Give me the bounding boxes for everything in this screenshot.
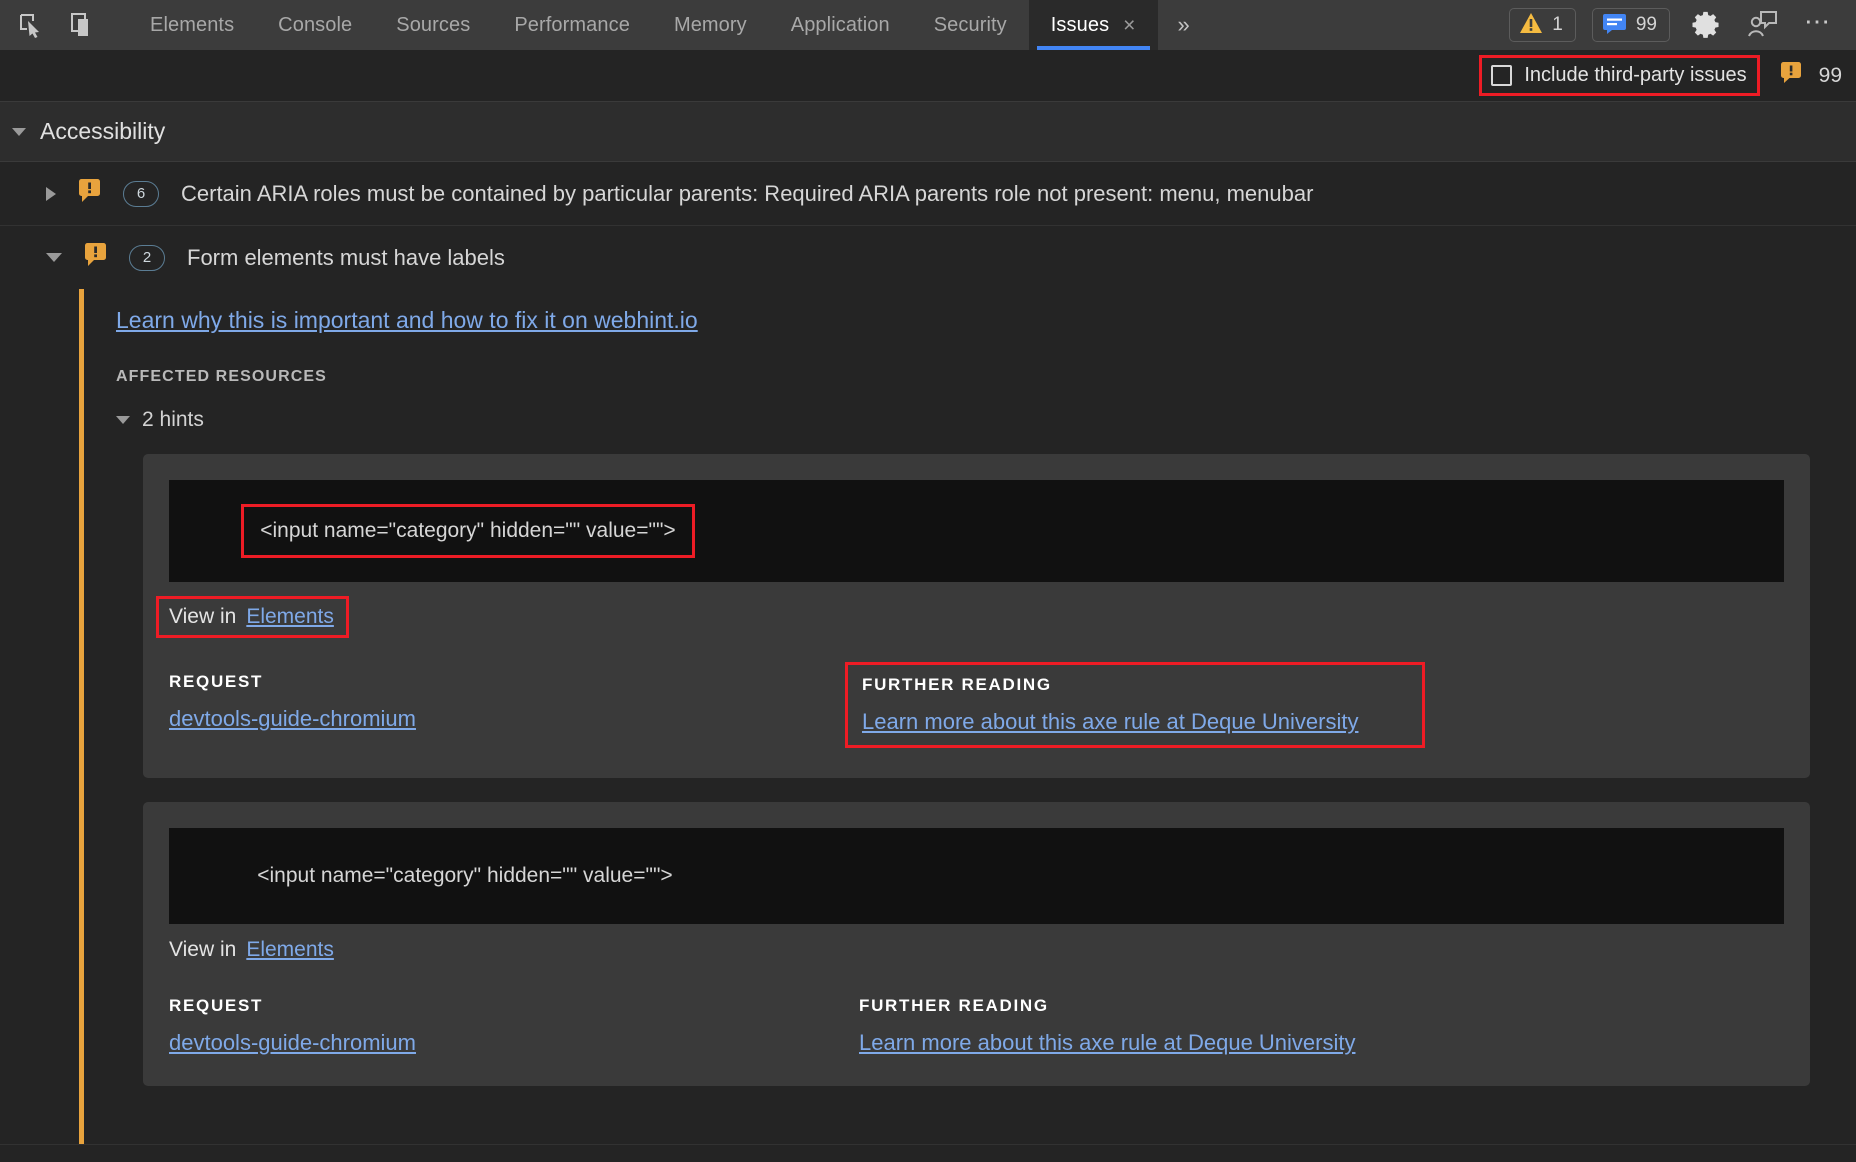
element-code-snippet[interactable]: <input name="category" hidden="" value="… — [169, 480, 1784, 582]
tab-label: Security — [933, 13, 1007, 36]
affected-resources-heading: AFFECTED RESOURCES — [116, 368, 327, 385]
issue-bubble-icon — [1602, 12, 1627, 39]
request-link[interactable]: devtools-guide-chromium — [169, 1030, 416, 1056]
tab-label: Console — [278, 13, 353, 36]
hint-meta: REQUEST devtools-guide-chromium FURTHER … — [169, 996, 1784, 1056]
request-heading: REQUEST — [169, 996, 264, 1015]
issue-row[interactable]: 1 Frames must have title attribute — [0, 1144, 1856, 1162]
element-code-text: <input name="category" hidden="" value="… — [257, 864, 673, 887]
total-hints-indicator: 99 — [1780, 61, 1842, 90]
device-toolbar-icon[interactable] — [64, 6, 102, 44]
further-reading-link[interactable]: Learn more about this axe rule at Deque … — [862, 709, 1358, 735]
view-in-elements-link[interactable]: Elements — [246, 605, 334, 629]
issue-count: 99 — [1635, 14, 1657, 35]
view-in-elements-row[interactable]: View in Elements — [156, 596, 349, 638]
tab-sources[interactable]: Sources — [374, 0, 492, 50]
tab-performance[interactable]: Performance — [492, 0, 652, 50]
warning-triangle-icon — [1519, 12, 1543, 39]
further-reading-link[interactable]: Learn more about this axe rule at Deque … — [859, 1030, 1355, 1056]
issue-bubble-icon — [1780, 61, 1805, 90]
tab-issues[interactable]: Issues × — [1028, 0, 1158, 50]
tab-memory[interactable]: Memory — [652, 0, 769, 50]
learn-why-link[interactable]: Learn why this is important and how to f… — [116, 307, 698, 334]
tab-label: Application — [790, 13, 890, 36]
tab-elements[interactable]: Elements — [128, 0, 256, 50]
issue-details: Learn why this is important and how to f… — [79, 289, 1856, 1144]
issue-count-badge: 6 — [123, 180, 159, 207]
tab-label: Issues — [1050, 13, 1110, 36]
view-in-label: View in — [169, 605, 237, 628]
hint-meta: REQUEST devtools-guide-chromium FURTHER … — [169, 662, 1784, 748]
request-heading: REQUEST — [169, 672, 264, 691]
issues-filter-bar: Include third-party issues 99 — [0, 50, 1856, 102]
more-options-icon[interactable]: ⋯ — [1798, 6, 1838, 44]
hint-bubble-icon — [84, 242, 110, 273]
category-title: Accessibility — [40, 118, 166, 144]
chevron-down-icon — [116, 416, 130, 424]
inspect-element-icon[interactable] — [12, 6, 50, 44]
hint-card: <input name="category" hidden="" value="… — [143, 454, 1810, 778]
tab-label: Performance — [514, 13, 630, 36]
tool-icon-group — [0, 0, 102, 50]
view-in-elements-row[interactable]: View in Elements — [169, 938, 334, 962]
view-in-label: View in — [169, 938, 237, 961]
request-column: REQUEST devtools-guide-chromium — [169, 672, 859, 748]
element-code-text: <input name="category" hidden="" value="… — [241, 504, 695, 558]
panel-tabs: Elements Console Sources Performance Mem… — [128, 0, 1208, 50]
gear-icon[interactable] — [1686, 6, 1726, 44]
warning-count: 1 — [1552, 14, 1563, 35]
further-reading-column: FURTHER READING Learn more about this ax… — [859, 996, 1784, 1056]
tab-console[interactable]: Console — [256, 0, 374, 50]
devtools-tabbar: Elements Console Sources Performance Mem… — [0, 0, 1856, 50]
include-third-party-issues-checkbox[interactable] — [1491, 65, 1513, 86]
more-tabs-icon[interactable]: » — [1158, 0, 1208, 50]
total-hints-count: 99 — [1818, 63, 1842, 87]
feedback-person-icon[interactable] — [1742, 6, 1782, 44]
tab-label: Elements — [150, 13, 235, 36]
issue-count-button[interactable]: 99 — [1591, 8, 1670, 42]
hint-card: <input name="category" hidden="" value="… — [143, 802, 1810, 1086]
request-column: REQUEST devtools-guide-chromium — [169, 996, 859, 1056]
include-third-party-issues-control[interactable]: Include third-party issues — [1479, 55, 1760, 96]
issue-count-badge: 2 — [129, 244, 165, 271]
further-reading-column: FURTHER READING Learn more about this ax… — [845, 662, 1425, 748]
hint-bubble-icon — [78, 178, 104, 209]
chevron-down-icon — [46, 253, 62, 262]
issue-title: Certain ARIA roles must be contained by … — [181, 180, 1314, 206]
close-icon[interactable]: × — [1123, 15, 1135, 36]
view-in-elements-link[interactable]: Elements — [246, 938, 334, 962]
element-code-snippet[interactable]: <input name="category" hidden="" value="… — [169, 828, 1784, 924]
include-third-party-issues-label: Include third-party issues — [1524, 64, 1747, 86]
tab-label: Memory — [673, 13, 747, 36]
toolbar-right-group: 1 99 ⋯ — [1509, 0, 1856, 50]
further-reading-heading: FURTHER READING — [862, 675, 1052, 694]
tab-label: Sources — [396, 13, 471, 36]
issue-row[interactable]: 6 Certain ARIA roles must be contained b… — [0, 162, 1856, 226]
further-reading-heading: FURTHER READING — [859, 996, 1049, 1015]
category-accessibility[interactable]: Accessibility — [0, 102, 1856, 162]
chevron-right-icon — [46, 186, 56, 201]
hints-toggle-label: 2 hints — [142, 408, 204, 431]
request-link[interactable]: devtools-guide-chromium — [169, 706, 416, 732]
hints-toggle[interactable]: 2 hints — [116, 408, 204, 432]
tab-application[interactable]: Application — [769, 0, 912, 50]
chevron-down-icon — [12, 127, 26, 136]
warning-count-button[interactable]: 1 — [1509, 8, 1576, 42]
issue-row[interactable]: 2 Form elements must have labels — [0, 226, 1856, 289]
tab-security[interactable]: Security — [912, 0, 1029, 50]
issue-title: Form elements must have labels — [187, 244, 505, 270]
